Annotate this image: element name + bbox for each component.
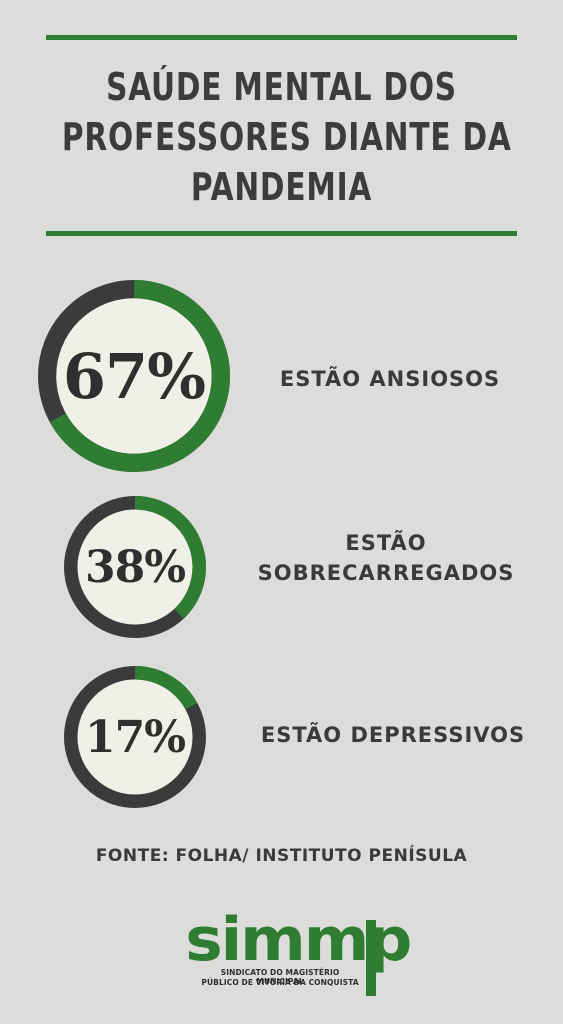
- percent-overloaded: 38%: [84, 541, 186, 593]
- progress-ring-depressed: 17%: [64, 666, 206, 808]
- percent-anxious: 67%: [62, 339, 206, 413]
- stat-text-depressed-line-1: ESTÃO DEPRESSIVOS: [260, 723, 526, 747]
- progress-ring-overloaded: 38%: [64, 496, 206, 638]
- simmp-logo: simmp SINDICATO DO MAGISTÉRIO MUNICIPAL …: [185, 910, 412, 998]
- stat-text-anxious-line-1: ESTÃO ANSIOSOS: [279, 367, 501, 391]
- progress-ring-anxious: 67%: [38, 280, 230, 472]
- stat-text-overloaded-line-1: ESTÃO: [345, 531, 427, 555]
- percent-depressed: 17%: [84, 711, 186, 763]
- logo-subtitle-2: PÚBLICO DE VITÓRIA DA CONQUISTA: [201, 978, 359, 987]
- title-line-1: SAÚDE MENTAL DOS: [106, 65, 457, 109]
- source-credit: FONTE: FOLHA/ INSTITUTO PENÍSULA: [95, 846, 468, 866]
- logo-wordmark: simmp: [185, 905, 412, 975]
- stat-text-overloaded: ESTÃO SOBRECARREGADOS: [244, 528, 528, 588]
- logo-bar: [366, 920, 376, 996]
- stat-text-anxious: ESTÃO ANSIOSOS: [252, 364, 528, 394]
- page-title: SAÚDE MENTAL DOS PROFESSORES DIANTE DA P…: [61, 62, 512, 212]
- title-line-2: PROFESSORES DIANTE DA: [61, 115, 512, 159]
- bottom-rule: [46, 231, 517, 236]
- title-line-3: PANDEMIA: [190, 165, 373, 209]
- stat-text-depressed: ESTÃO DEPRESSIVOS: [248, 720, 538, 750]
- top-rule: [46, 35, 517, 40]
- stat-text-overloaded-line-2: SOBRECARREGADOS: [257, 561, 515, 585]
